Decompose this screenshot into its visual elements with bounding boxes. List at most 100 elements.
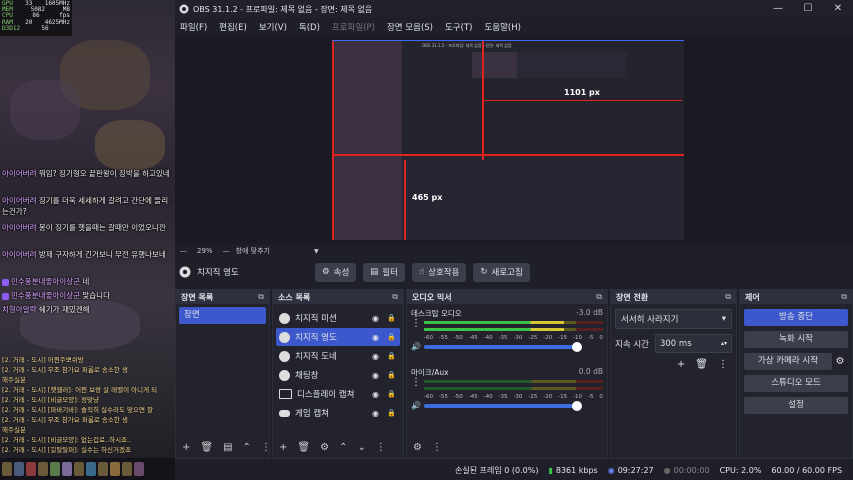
- add-source-button[interactable]: +: [279, 442, 287, 453]
- globe-icon: [279, 369, 290, 381]
- game-log-line: [2. 거래 - 도시] [햇웹러]: 어쩐 보랑 살 레벨이 아니게 되: [2, 386, 158, 394]
- refresh-button[interactable]: ↻ 새로고침: [473, 262, 530, 282]
- advanced-audio-gear-icon[interactable]: ⚙: [413, 442, 422, 453]
- volume-knob[interactable]: [572, 401, 582, 411]
- add-transition-button[interactable]: +: [677, 359, 685, 370]
- menu-item[interactable]: 프로파일(P): [332, 21, 375, 33]
- source-item[interactable]: 치지직 도네 ◉ 🔒: [276, 347, 400, 365]
- source-item[interactable]: 채팅창 ◉ 🔒: [276, 366, 400, 384]
- lock-icon[interactable]: 🔒: [386, 409, 397, 417]
- source-item[interactable]: 치지직 미션 ◉ 🔒: [276, 309, 400, 327]
- undock-icon[interactable]: ⧉: [725, 292, 731, 302]
- remove-transition-trash-icon[interactable]: 🗑: [695, 359, 708, 370]
- more-options-icon[interactable]: ⋮: [718, 359, 728, 370]
- record-time: 00:00:00: [673, 465, 710, 475]
- volume-slider[interactable]: [424, 342, 582, 352]
- move-up-icon[interactable]: ⌃: [243, 442, 251, 453]
- stepper-icon[interactable]: ▴▾: [721, 340, 727, 347]
- eye-icon[interactable]: ◉: [370, 371, 381, 380]
- menu-item[interactable]: 보기(V): [259, 21, 287, 33]
- more-options-icon[interactable]: ⋮: [432, 442, 442, 453]
- move-up-icon[interactable]: ⌃: [339, 442, 347, 453]
- source-item[interactable]: 치지직 영도 ◉ 🔒: [276, 328, 400, 346]
- interact-button[interactable]: ☝ 상호작용: [411, 262, 467, 282]
- lock-icon[interactable]: 🔒: [386, 390, 397, 398]
- selected-source-name: 치지직 영도: [197, 268, 239, 278]
- start-virtual-camera-button[interactable]: 가상 카메라 시작: [744, 353, 832, 370]
- add-scene-button[interactable]: +: [182, 442, 190, 453]
- minimize-button[interactable]: —: [763, 0, 793, 18]
- chat-username: 아이어버려: [2, 196, 37, 205]
- chat-username: 치형아알락: [2, 305, 37, 314]
- zoom-percent: 29%: [197, 247, 213, 255]
- duration-input[interactable]: 300 ms ▴▾: [654, 334, 732, 353]
- stop-stream-button[interactable]: 방송 중단: [744, 309, 848, 326]
- menu-item[interactable]: 도구(T): [445, 21, 472, 33]
- globe-icon: [279, 350, 290, 362]
- zoom-minus-icon[interactable]: —: [180, 247, 187, 255]
- lock-icon[interactable]: 🔒: [386, 333, 397, 341]
- scale-tick: 0: [599, 335, 603, 341]
- source-item[interactable]: 게임 캡쳐 ◉ 🔒: [276, 404, 400, 422]
- chat-username: 민수풍분내좋아이상군: [11, 291, 80, 300]
- eye-icon[interactable]: ◉: [370, 390, 381, 399]
- volume-slider[interactable]: [424, 401, 582, 411]
- menu-item[interactable]: 파일(F): [180, 21, 207, 33]
- speaker-icon[interactable]: 🔊: [411, 342, 421, 351]
- filters-button[interactable]: ▤ 필터: [363, 262, 405, 282]
- nested-preview: [472, 52, 517, 78]
- maximize-button[interactable]: ☐: [793, 0, 823, 18]
- volume-knob[interactable]: [572, 342, 582, 352]
- remove-source-trash-icon[interactable]: 🗑: [297, 442, 310, 453]
- start-recording-button[interactable]: 녹화 시작: [744, 331, 848, 348]
- speaker-icon[interactable]: 🔊: [411, 401, 421, 410]
- preview-canvas[interactable]: 1101 px 465 px OBS 31.1.2 - 프로파일: 제목 없음 …: [332, 40, 684, 240]
- lock-icon[interactable]: 🔒: [386, 314, 397, 322]
- settings-button[interactable]: 설정: [744, 397, 848, 414]
- scene-item[interactable]: 장면: [179, 307, 266, 324]
- more-options-icon[interactable]: ⋮: [376, 442, 386, 453]
- menu-item[interactable]: 도움말(H): [484, 21, 520, 33]
- zoom-bar: — 29% — 창에 맞추기 ▼: [175, 244, 853, 258]
- source-item[interactable]: 디스플레이 캡쳐 ◉ 🔒: [276, 385, 400, 403]
- transition-type-select[interactable]: 서서히 사라지기 ▾: [615, 309, 732, 329]
- scale-tick: -50: [453, 335, 463, 341]
- eye-icon[interactable]: ◉: [370, 352, 381, 361]
- refresh-label: 새로고침: [491, 268, 523, 278]
- menu-item[interactable]: 편집(E): [219, 21, 247, 33]
- scene-filters-icon[interactable]: ▤: [223, 442, 232, 453]
- eye-icon[interactable]: ◉: [370, 314, 381, 323]
- scale-tick: -10: [573, 394, 583, 400]
- properties-button[interactable]: ⚙ 속성: [315, 262, 357, 282]
- game-log-line: [2. 거래 - 도시] 무조 참가요 퍼롬로 송소한 생: [2, 416, 128, 424]
- studio-mode-button[interactable]: 스튜디오 모드: [744, 375, 848, 392]
- performance-overlay: GPU 33 1605MHz MEM 5082 MB CPU 86 fps RAM 20 4625MH…: [0, 0, 72, 36]
- chat-username: 아이어버려: [2, 169, 37, 178]
- lock-icon[interactable]: 🔒: [386, 371, 397, 379]
- zoom-dropdown-icon[interactable]: ▼: [314, 248, 319, 255]
- channel-menu-icon[interactable]: ⋮: [411, 318, 421, 329]
- width-measure-label: 1101 px: [564, 88, 600, 97]
- remove-scene-trash-icon[interactable]: 🗑: [200, 442, 213, 453]
- preview-area[interactable]: 1101 px 465 px OBS 31.1.2 - 프로파일: 제목 없음 …: [175, 36, 853, 244]
- menu-item[interactable]: 독(D): [299, 21, 320, 33]
- source-properties-gear-icon[interactable]: ⚙: [320, 442, 329, 453]
- zoom-fit-label[interactable]: 창에 맞추기: [236, 246, 270, 256]
- virtual-camera-gear-icon[interactable]: ⚙: [832, 356, 848, 367]
- zoom-plus-icon[interactable]: —: [223, 247, 230, 255]
- undock-icon[interactable]: ⧉: [258, 292, 264, 302]
- menu-item[interactable]: 장면 모음(S): [387, 21, 433, 33]
- channel-menu-icon[interactable]: ⋮: [411, 377, 421, 388]
- move-down-icon[interactable]: ⌄: [357, 442, 365, 453]
- scale-tick: -45: [468, 335, 478, 341]
- close-button[interactable]: ✕: [823, 0, 853, 18]
- eye-icon[interactable]: ◉: [370, 409, 381, 418]
- more-options-icon[interactable]: ⋮: [261, 442, 271, 453]
- undock-icon[interactable]: ⧉: [841, 292, 847, 302]
- chat-text: 네: [80, 277, 90, 286]
- undock-icon[interactable]: ⧉: [596, 292, 602, 302]
- undock-icon[interactable]: ⧉: [392, 292, 398, 302]
- title-bar: OBS 31.1.2 - 프로파일: 제목 없음 - 장면: 제목 없음 — ☐…: [175, 0, 853, 18]
- lock-icon[interactable]: 🔒: [386, 352, 397, 360]
- eye-icon[interactable]: ◉: [370, 333, 381, 342]
